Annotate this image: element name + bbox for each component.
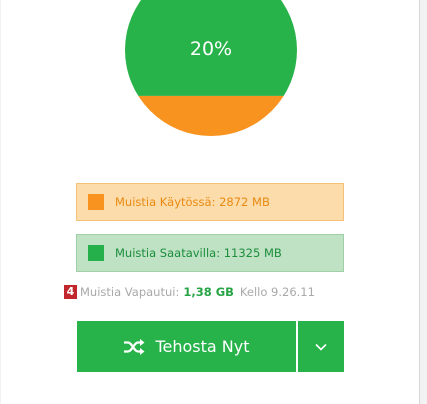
boost-button-group: Tehosta Nyt xyxy=(77,321,344,372)
memory-used-label: Muistia Käytössä: 2872 MB xyxy=(115,195,270,209)
memory-available-legend: Muistia Saatavilla: 11325 MB xyxy=(76,234,344,272)
gauge-used-fill xyxy=(125,95,297,136)
memory-gauge: 20% xyxy=(1,0,427,145)
boost-options-dropdown[interactable] xyxy=(298,321,344,372)
memory-freed-label: Muistia Vapautui: xyxy=(80,285,180,299)
memory-freed-value: 1,38 GB xyxy=(183,285,234,299)
memory-available-swatch xyxy=(88,245,104,261)
chevron-down-icon xyxy=(315,343,327,351)
shuffle-icon xyxy=(124,338,145,355)
memory-available-label: Muistia Saatavilla: 11325 MB xyxy=(115,246,282,260)
memory-used-swatch xyxy=(88,194,104,210)
step-badge: 4 xyxy=(64,285,77,299)
memory-used-legend: Muistia Käytössä: 2872 MB xyxy=(76,183,344,221)
memory-panel: 20% Muistia Käytössä: 2872 MB Muistia Sa… xyxy=(1,0,420,404)
memory-gauge-chart xyxy=(125,0,297,136)
memory-freed-row: 4 Muistia Vapautui: 1,38 GB Kello 9.26.1… xyxy=(64,284,315,300)
gauge-percentage: 20% xyxy=(189,38,233,60)
memory-freed-time: Kello 9.26.11 xyxy=(239,285,315,299)
boost-now-button[interactable]: Tehosta Nyt xyxy=(77,321,296,372)
boost-now-label: Tehosta Nyt xyxy=(155,337,250,356)
